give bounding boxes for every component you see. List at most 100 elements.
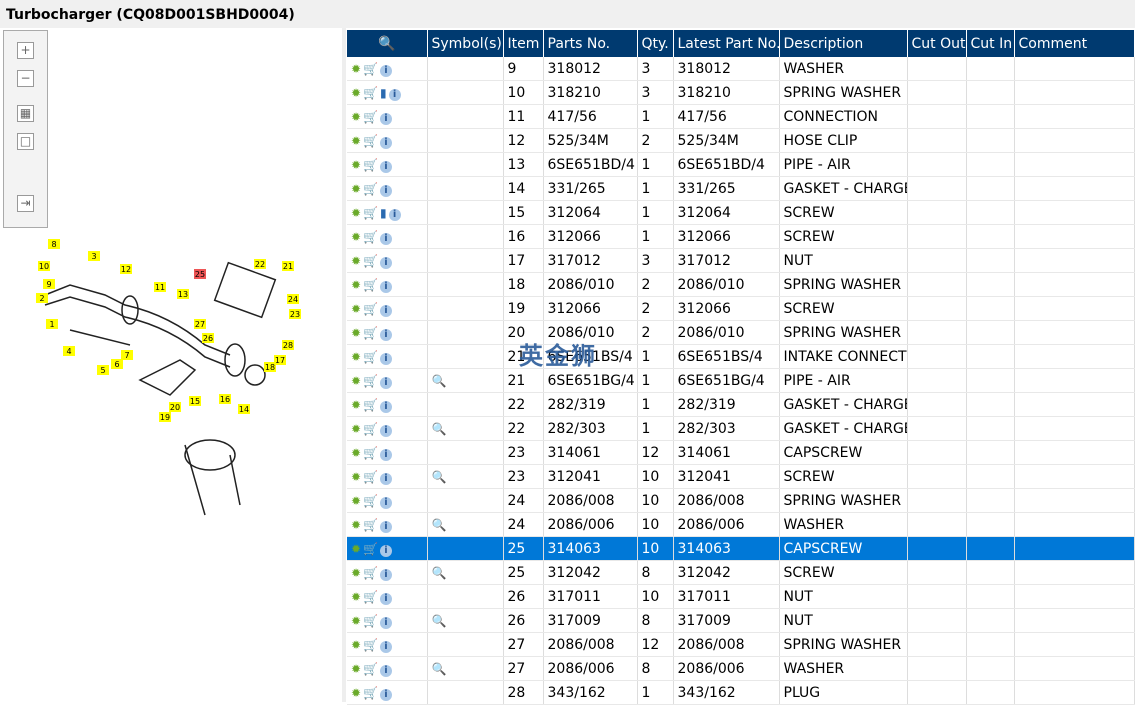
export-icon[interactable]: ⇥ bbox=[17, 195, 34, 212]
column-header[interactable]: Parts No. bbox=[543, 30, 638, 57]
callout-23[interactable]: 23 bbox=[289, 309, 301, 319]
callout-12[interactable]: 12 bbox=[120, 264, 132, 274]
info-icon[interactable]: i bbox=[380, 520, 393, 533]
cart-icon[interactable]: 🛒 bbox=[363, 614, 378, 628]
info-icon[interactable]: i bbox=[380, 160, 393, 173]
gear-icon[interactable]: ✹ bbox=[351, 518, 361, 532]
zoom-in-icon[interactable]: + bbox=[17, 42, 34, 59]
cart-icon[interactable]: 🛒 bbox=[363, 62, 378, 76]
column-header[interactable]: Comment bbox=[1014, 30, 1135, 57]
gear-icon[interactable]: ✹ bbox=[351, 590, 361, 604]
book-icon[interactable]: ▮ bbox=[380, 206, 387, 220]
view-diagram-icon[interactable]: 🔍 bbox=[432, 566, 447, 580]
gear-icon[interactable]: ✹ bbox=[351, 638, 361, 652]
cart-icon[interactable]: 🛒 bbox=[363, 470, 378, 484]
table-row[interactable]: ✹ 🛒 i 20 2086/010 2 2086/010 SPRING WASHER bbox=[347, 320, 1135, 345]
cart-icon[interactable]: 🛒 bbox=[363, 638, 378, 652]
cart-icon[interactable]: 🛒 bbox=[363, 134, 378, 148]
gear-icon[interactable]: ✹ bbox=[351, 206, 361, 220]
cart-icon[interactable]: 🛒 bbox=[363, 110, 378, 124]
callout-21[interactable]: 21 bbox=[282, 261, 294, 271]
cart-icon[interactable]: 🛒 bbox=[363, 494, 378, 508]
gear-icon[interactable]: ✹ bbox=[351, 302, 361, 316]
cart-icon[interactable]: 🛒 bbox=[363, 542, 378, 556]
info-icon[interactable]: i bbox=[380, 400, 393, 413]
info-icon[interactable]: i bbox=[380, 544, 393, 557]
cart-icon[interactable]: 🛒 bbox=[363, 278, 378, 292]
column-header[interactable]: Cut Out bbox=[907, 30, 967, 57]
table-row[interactable]: ✹ 🛒 i 19 312066 2 312066 SCREW bbox=[347, 296, 1135, 321]
cart-icon[interactable]: 🛒 bbox=[363, 686, 378, 700]
cart-icon[interactable]: 🛒 bbox=[363, 254, 378, 268]
table-row[interactable]: ✹ 🛒 i 16 312066 1 312066 SCREW bbox=[347, 224, 1135, 249]
gear-icon[interactable]: ✹ bbox=[351, 110, 361, 124]
table-row[interactable]: ✹ 🛒 i 🔍 27 2086/006 8 2086/006 WASHER bbox=[347, 656, 1135, 681]
cart-icon[interactable]: 🛒 bbox=[363, 374, 378, 388]
info-icon[interactable]: i bbox=[380, 184, 393, 197]
callout-22[interactable]: 22 bbox=[254, 259, 266, 269]
gear-icon[interactable]: ✹ bbox=[351, 278, 361, 292]
cart-icon[interactable]: 🛒 bbox=[363, 590, 378, 604]
gear-icon[interactable]: ✹ bbox=[351, 398, 361, 412]
fit-page-icon[interactable]: ▦ bbox=[17, 105, 34, 122]
callout-18[interactable]: 18 bbox=[264, 362, 276, 372]
table-row[interactable]: ✹ 🛒 i 🔍 26 317009 8 317009 NUT bbox=[347, 608, 1135, 633]
gear-icon[interactable]: ✹ bbox=[351, 422, 361, 436]
info-icon[interactable]: i bbox=[380, 64, 393, 77]
gear-icon[interactable]: ✹ bbox=[351, 254, 361, 268]
table-row[interactable]: ✹ 🛒 i 28 343/162 1 343/162 PLUG bbox=[347, 680, 1135, 705]
info-icon[interactable]: i bbox=[380, 592, 393, 605]
table-row[interactable]: ✹ 🛒 i 🔍 21 6SE651BG/4 1 6SE651BG/4 PIPE - … bbox=[347, 368, 1135, 393]
callout-27[interactable]: 27 bbox=[194, 319, 206, 329]
table-row[interactable]: ✹ 🛒 i 22 282/319 1 282/319 GASKET - CHARGE bbox=[347, 392, 1135, 417]
column-header[interactable]: Qty. bbox=[637, 30, 674, 57]
column-header[interactable]: Symbol(s) bbox=[427, 30, 504, 57]
cart-icon[interactable]: 🛒 bbox=[363, 398, 378, 412]
callout-25[interactable]: 25 bbox=[194, 269, 206, 279]
view-diagram-icon[interactable]: 🔍 bbox=[432, 614, 447, 628]
zoom-out-icon[interactable]: − bbox=[17, 70, 34, 87]
info-icon[interactable]: i bbox=[380, 472, 393, 485]
table-row[interactable]: ✹ 🛒 i 27 2086/008 12 2086/008 SPRING WASHE… bbox=[347, 632, 1135, 657]
column-header[interactable]: Cut In bbox=[966, 30, 1015, 57]
table-row[interactable]: ✹ 🛒 i 25 314063 10 314063 CAPSCREW bbox=[347, 536, 1135, 561]
gear-icon[interactable]: ✹ bbox=[351, 350, 361, 364]
info-icon[interactable]: i bbox=[380, 280, 393, 293]
callout-9[interactable]: 9 bbox=[43, 279, 55, 289]
book-icon[interactable]: ▮ bbox=[380, 86, 387, 100]
gear-icon[interactable]: ✹ bbox=[351, 62, 361, 76]
view-diagram-icon[interactable]: 🔍 bbox=[432, 662, 447, 676]
gear-icon[interactable]: ✹ bbox=[351, 542, 361, 556]
cart-icon[interactable]: 🛒 bbox=[363, 518, 378, 532]
cart-icon[interactable]: 🛒 bbox=[363, 206, 378, 220]
info-icon[interactable]: i bbox=[380, 328, 393, 341]
cart-icon[interactable]: 🛒 bbox=[363, 350, 378, 364]
view-diagram-icon[interactable]: 🔍 bbox=[432, 422, 447, 436]
info-icon[interactable]: i bbox=[380, 496, 393, 509]
table-row[interactable]: ✹ 🛒 i 12 525/34M 2 525/34M HOSE CLIP bbox=[347, 128, 1135, 153]
table-row[interactable]: ✹ 🛒 i 🔍 22 282/303 1 282/303 GASKET - CHAR… bbox=[347, 416, 1135, 441]
callout-7[interactable]: 7 bbox=[121, 350, 133, 360]
cart-icon[interactable]: 🛒 bbox=[363, 422, 378, 436]
gear-icon[interactable]: ✹ bbox=[351, 446, 361, 460]
view-diagram-icon[interactable]: 🔍 bbox=[432, 374, 447, 388]
table-row[interactable]: ✹ 🛒 i 18 2086/010 2 2086/010 SPRING WASHER bbox=[347, 272, 1135, 297]
cart-icon[interactable]: 🛒 bbox=[363, 86, 378, 100]
gear-icon[interactable]: ✹ bbox=[351, 158, 361, 172]
info-icon[interactable]: i bbox=[380, 256, 393, 269]
table-row[interactable]: ✹ 🛒 i 🔍 25 312042 8 312042 SCREW bbox=[347, 560, 1135, 585]
callout-5[interactable]: 5 bbox=[97, 365, 109, 375]
info-icon[interactable]: i bbox=[380, 304, 393, 317]
cart-icon[interactable]: 🛒 bbox=[363, 446, 378, 460]
table-row[interactable]: ✹ 🛒 i 🔍 24 2086/006 10 2086/006 WASHER bbox=[347, 512, 1135, 537]
gear-icon[interactable]: ✹ bbox=[351, 182, 361, 196]
table-row[interactable]: ✹ 🛒 i 14 331/265 1 331/265 GASKET - CHARGE bbox=[347, 176, 1135, 201]
callout-6[interactable]: 6 bbox=[111, 359, 123, 369]
info-icon[interactable]: i bbox=[380, 688, 393, 701]
info-icon[interactable]: i bbox=[380, 136, 393, 149]
column-header[interactable]: Item bbox=[503, 30, 544, 57]
actual-size-icon[interactable]: □ bbox=[17, 133, 34, 150]
callout-2[interactable]: 2 bbox=[36, 293, 48, 303]
callout-15[interactable]: 15 bbox=[189, 396, 201, 406]
gear-icon[interactable]: ✹ bbox=[351, 374, 361, 388]
